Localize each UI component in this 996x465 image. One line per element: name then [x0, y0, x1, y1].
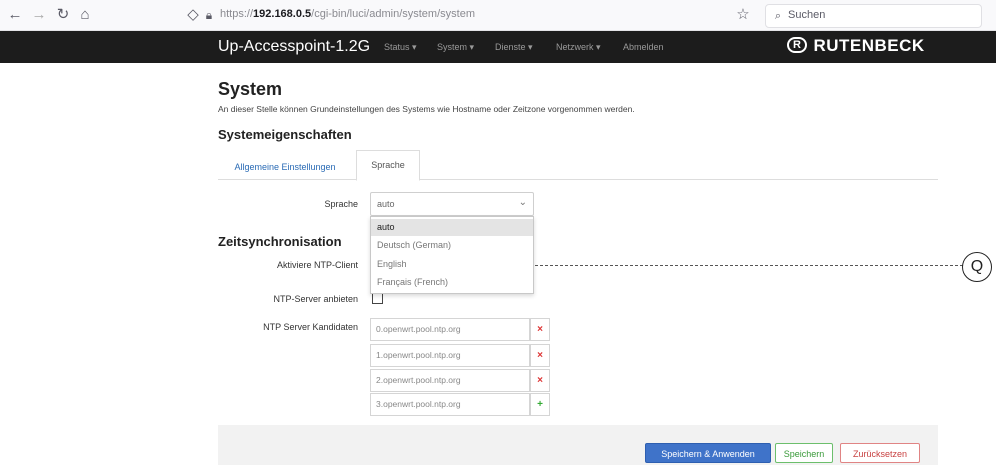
ntp-server-label: NTP-Server anbieten — [273, 294, 358, 304]
back-icon[interactable]: ← — [6, 6, 24, 24]
ntp-server-checkbox[interactable] — [372, 293, 383, 304]
reset-button[interactable]: Zurücksetzen — [840, 443, 920, 463]
menu-status[interactable]: Status ▾ — [384, 42, 417, 53]
forward-icon[interactable]: → — [30, 6, 48, 24]
remove-icon[interactable]: × — [530, 344, 550, 367]
menu-system[interactable]: System ▾ — [437, 42, 474, 53]
save-button[interactable]: Speichern — [775, 443, 833, 463]
add-icon[interactable]: + — [530, 393, 550, 416]
language-select-value: auto — [377, 199, 395, 209]
tab-divider — [218, 179, 938, 180]
rutenbeck-logo: R RUTENBECK — [787, 36, 925, 56]
section-title: Systemeigenschaften — [218, 127, 352, 142]
menu-abmelden[interactable]: Abmelden — [623, 42, 664, 52]
brand-title[interactable]: Up-Accesspoint-1.2G — [218, 38, 370, 56]
reload-icon[interactable]: ↻ — [54, 6, 72, 24]
search-input[interactable]: ⌕ Suchen — [765, 4, 982, 28]
ntp-candidate-field-0[interactable]: 0.openwrt.pool.ntp.org — [370, 318, 530, 341]
menu-netzwerk[interactable]: Netzwerk ▾ — [556, 42, 601, 53]
ntp-candidate-field-2[interactable]: 2.openwrt.pool.ntp.org — [370, 369, 530, 392]
remove-icon[interactable]: × — [530, 369, 550, 392]
sprache-label: Sprache — [324, 199, 358, 209]
ntp-candidate-value: 2.openwrt.pool.ntp.org — [376, 375, 461, 385]
ntp-candidate-field-3[interactable]: 3.openwrt.pool.ntp.org — [370, 393, 530, 416]
page-description: An dieser Stelle können Grundeinstellung… — [218, 104, 635, 114]
ntp-candidate-field-1[interactable]: 1.openwrt.pool.ntp.org — [370, 344, 530, 367]
tab-general-settings[interactable]: Allgemeine Einstellungen — [225, 156, 345, 179]
search-placeholder: Suchen — [788, 9, 826, 21]
home-icon[interactable]: ⌂ — [76, 6, 94, 24]
page-title: System — [218, 79, 283, 99]
lock-icon[interactable]: 🔒︎ — [200, 6, 218, 24]
option-german[interactable]: Deutsch (German) — [371, 237, 533, 254]
chevron-down-icon: ⌄ — [518, 197, 527, 208]
search-icon: ⌕ — [774, 10, 782, 22]
ntp-candidate-value: 3.openwrt.pool.ntp.org — [376, 399, 461, 409]
ntp-candidates-label: NTP Server Kandidaten — [263, 322, 358, 332]
option-english[interactable]: English — [371, 256, 533, 273]
ntp-candidate-value: 0.openwrt.pool.ntp.org — [376, 324, 461, 334]
language-dropdown-list: auto Deutsch (German) English Français (… — [370, 216, 534, 294]
ntp-client-label: Aktiviere NTP-Client — [276, 260, 358, 270]
ntp-candidate-value: 1.openwrt.pool.ntp.org — [376, 350, 461, 360]
callout-label: Q — [962, 252, 992, 282]
tab-language[interactable]: Sprache — [356, 150, 420, 181]
save-apply-button[interactable]: Speichern & Anwenden — [645, 443, 771, 463]
language-select[interactable]: auto ⌄ — [370, 192, 534, 216]
menu-dienste[interactable]: Dienste ▾ — [495, 42, 533, 53]
option-auto[interactable]: auto — [371, 219, 533, 236]
bookmark-star-icon[interactable]: ☆ — [734, 6, 752, 24]
top-navbar: Up-Accesspoint-1.2G Status ▾ System ▾ Di… — [0, 31, 996, 63]
option-french[interactable]: Français (French) — [371, 274, 533, 291]
remove-icon[interactable]: × — [530, 318, 550, 341]
callout-leader-line — [535, 265, 963, 266]
url-text: https://192.168.0.5/cgi-bin/luci/admin/s… — [220, 8, 475, 20]
time-sync-title: Zeitsynchronisation — [218, 234, 342, 249]
